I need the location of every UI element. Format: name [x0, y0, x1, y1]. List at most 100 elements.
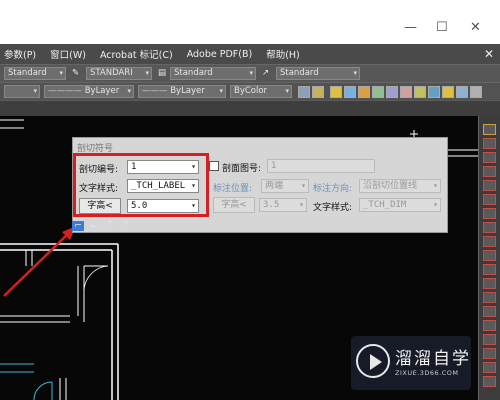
explode-icon[interactable]: [483, 348, 496, 359]
dim-style-icon: ✎: [72, 68, 80, 78]
linetype-combo[interactable]: ———— ByLayer ▾: [44, 85, 134, 98]
chevron-down-icon: ▾: [433, 200, 438, 209]
pencil-icon[interactable]: [483, 124, 496, 135]
chevron-down-icon: ▾: [299, 200, 304, 209]
combo-value: ByLayer: [84, 86, 120, 96]
move-icon[interactable]: [483, 208, 496, 219]
tool-icon-r2[interactable]: [483, 376, 496, 387]
chevron-down-icon: ▾: [285, 87, 289, 95]
watermark-url: ZIXUE.3D66.COM: [395, 369, 459, 377]
site-watermark: 溜溜自学 ZIXUE.3D66.COM: [351, 336, 471, 390]
menu-item-params[interactable]: 参数(P): [4, 47, 36, 61]
trim-icon[interactable]: [483, 264, 496, 275]
turned-section-icon[interactable]: ⌜: [104, 221, 116, 231]
mirror-icon[interactable]: [483, 166, 496, 177]
annotation-direction-select[interactable]: 沿剖切位置线 ▾: [359, 179, 441, 193]
tool-icon-h[interactable]: [470, 86, 482, 98]
combo-value: Standard: [280, 68, 319, 78]
join-icon[interactable]: [483, 306, 496, 317]
dim-style-combo[interactable]: STANDARI ▾: [86, 67, 152, 80]
section-drawing-checkbox[interactable]: [209, 161, 219, 171]
styles-toolbar: Standard ▾ ✎ STANDARI ▾ ▤ Standard ▾ ↗ Stan…: [0, 64, 500, 82]
combo-value: ByLayer: [170, 86, 205, 96]
combo-value: ByColor: [234, 86, 268, 96]
text-style-label: 文字样式:: [79, 184, 119, 194]
menu-item-adobe-pdf[interactable]: Adobe PDF(B): [187, 49, 253, 60]
bulb-icon[interactable]: [330, 86, 342, 98]
layer-state-icon[interactable]: [312, 86, 324, 98]
tool-icon-d[interactable]: [414, 86, 426, 98]
offset-icon[interactable]: [483, 180, 496, 191]
tool-icon-e[interactable]: [428, 86, 440, 98]
menu-item-help[interactable]: 帮助(H): [266, 47, 300, 61]
maximize-icon[interactable]: ☐: [436, 20, 448, 35]
multileader-style-combo[interactable]: Standard ▾: [276, 67, 360, 80]
section-number-label: 剖切编号:: [79, 165, 119, 175]
text-height2-button[interactable]: 字高<: [213, 197, 255, 213]
break-icon[interactable]: [483, 292, 496, 303]
chevron-down-icon: ▾: [433, 181, 438, 190]
field-value: 两端: [265, 181, 284, 191]
line-sample: ———: [142, 86, 171, 96]
section-drawing-field[interactable]: 1: [267, 159, 375, 173]
text-height-select[interactable]: 5.0 ▾: [127, 199, 199, 213]
annotation-position-select[interactable]: 两端 ▾: [261, 179, 309, 193]
plotstyle-combo[interactable]: ByColor ▾: [230, 85, 292, 98]
chevron-down-icon: ▾: [219, 87, 223, 95]
stepped-section-icon[interactable]: ⌙: [88, 221, 100, 231]
layer-icon[interactable]: [298, 86, 310, 98]
menu-item-acrobat[interactable]: Acrobat 标记(C): [100, 47, 173, 61]
door-swing-arc: [83, 265, 109, 293]
play-logo-icon: [356, 344, 390, 378]
text-style-select[interactable]: _TCH_LABEL ▾: [127, 179, 199, 193]
stretch-icon[interactable]: [483, 250, 496, 261]
array-icon[interactable]: [483, 194, 496, 205]
menu-item-window[interactable]: 窗口(W): [50, 47, 86, 61]
tool-icon-r1[interactable]: [483, 362, 496, 373]
extend-icon[interactable]: [483, 278, 496, 289]
erase-icon[interactable]: [483, 138, 496, 149]
break-section-icon[interactable]: ⌝: [120, 221, 132, 231]
properties-toolbar: ▾ ———— ByLayer ▾ ——— ByLayer ▾ ByColor ▾: [0, 82, 500, 100]
layer-combo[interactable]: ▾: [4, 85, 40, 98]
tool-icon-g[interactable]: [456, 86, 468, 98]
freeze-icon[interactable]: [344, 86, 356, 98]
dialog-title: 剖切符号: [77, 144, 114, 154]
fillet-icon[interactable]: [483, 334, 496, 345]
lineweight-combo[interactable]: ——— ByLayer ▾: [138, 85, 226, 98]
doc-close-icon[interactable]: ✕: [484, 47, 494, 61]
text-height-button[interactable]: 字高<: [79, 198, 121, 214]
right-tool-palette: [478, 116, 500, 400]
minimize-icon[interactable]: —: [404, 20, 417, 35]
text-style2-select[interactable]: _TCH_DIM ▾: [359, 198, 441, 212]
window-titlebar: — ☐ ✕: [0, 0, 500, 44]
chevron-down-icon: ▾: [301, 181, 306, 190]
tool-icon-f[interactable]: [442, 86, 454, 98]
chevron-down-icon: ▾: [353, 69, 357, 77]
multileader-style-icon: ↗: [262, 68, 270, 78]
section-symbol-dialog: 剖切符号 剖切编号: 1 ▾ 文字样式: _TCH_LABEL ▾ 字高< 5.0 ▾…: [72, 137, 448, 233]
lock-icon[interactable]: [358, 86, 370, 98]
close-window-icon[interactable]: ✕: [470, 20, 481, 35]
section-mode-icons: ⌐ ⌙ ⌜ ⌝: [72, 221, 132, 231]
chevron-down-icon: ▾: [191, 162, 196, 171]
field-value: 5.0: [131, 201, 148, 211]
chevron-down-icon: ▾: [33, 87, 37, 95]
text-style-combo[interactable]: Standard ▾: [4, 67, 66, 80]
table-style-icon: ▤: [158, 68, 167, 78]
tool-icon-a[interactable]: [372, 86, 384, 98]
straight-section-icon[interactable]: ⌐: [72, 221, 84, 231]
table-style-combo[interactable]: Standard ▾: [170, 67, 256, 80]
rotate-icon[interactable]: [483, 222, 496, 233]
text-height2-select[interactable]: 3.5 ▾: [259, 198, 307, 212]
menu-bar: 参数(P) 窗口(W) Acrobat 标记(C) Adobe PDF(B) 帮…: [0, 44, 500, 64]
chevron-down-icon: ▾: [249, 69, 253, 77]
scale-icon[interactable]: [483, 236, 496, 247]
chamfer-icon[interactable]: [483, 320, 496, 331]
field-value: 1: [131, 162, 137, 172]
tool-icon-c[interactable]: [400, 86, 412, 98]
field-value: _TCH_DIM: [363, 200, 407, 210]
copy-icon[interactable]: [483, 152, 496, 163]
section-number-field[interactable]: 1 ▾: [127, 160, 199, 174]
tool-icon-b[interactable]: [386, 86, 398, 98]
